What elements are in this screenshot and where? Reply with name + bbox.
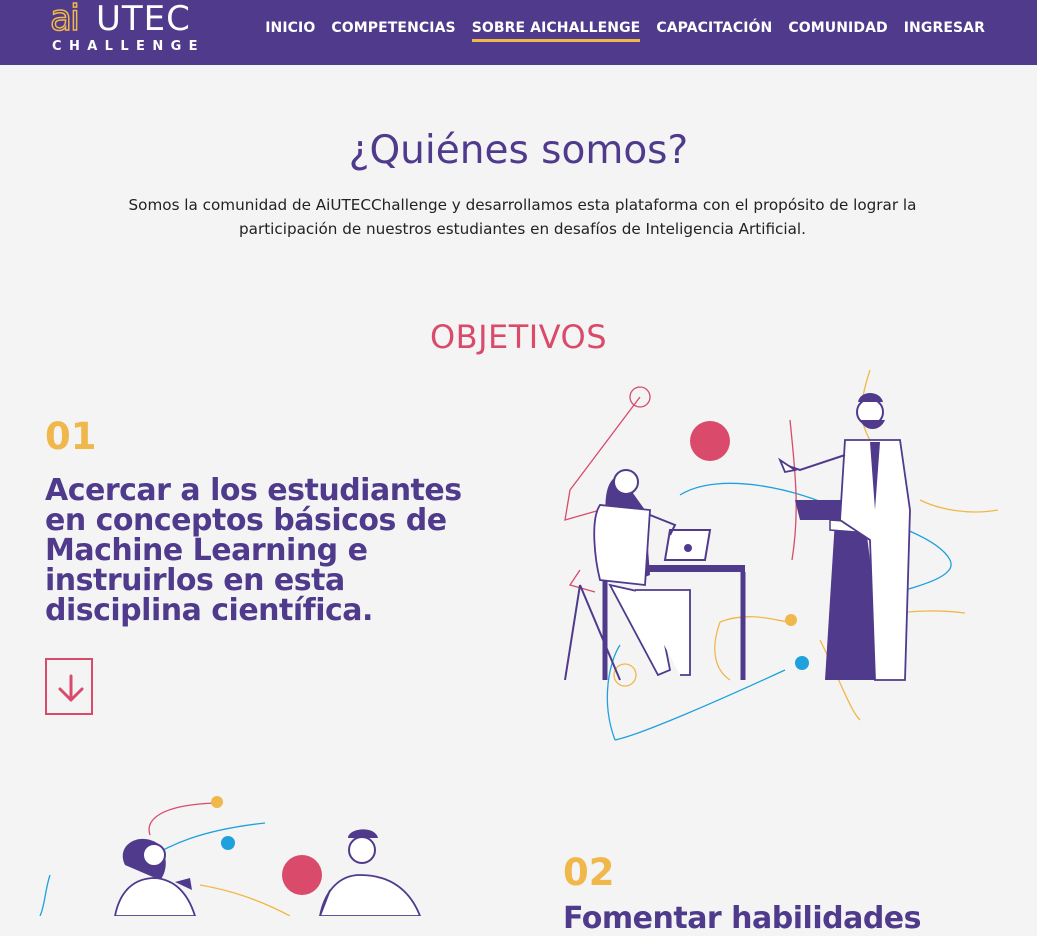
logo-challenge-text: CHALLENGE bbox=[52, 39, 205, 54]
aiutec-challenge-logo[interactable]: ai UTEC CHALLENGE bbox=[49, 0, 210, 60]
objective-heading-1: Acercar a los estudiantes en conceptos b… bbox=[45, 473, 462, 628]
about-description: Somos la comunidad de AiUTECChallenge y … bbox=[128, 196, 917, 238]
nav-item-ingresar[interactable]: INGRESAR bbox=[904, 20, 985, 42]
objectives-title: OBJETIVOS bbox=[429, 318, 608, 356]
nav-item-capacitacion[interactable]: CAPACITACIÓN bbox=[656, 20, 772, 42]
nav-item-sobre-aichallenge[interactable]: SOBRE AICHALLENGE bbox=[471, 20, 641, 42]
nav-item-inicio[interactable]: INICIO bbox=[265, 20, 315, 42]
main-nav-menu: INICIO COMPETENCIAS SOBRE AICHALLENGE CA… bbox=[265, 20, 985, 42]
top-navbar: ai UTEC CHALLENGE INICIO COMPETENCIAS SO… bbox=[0, 0, 1037, 65]
logo-utec-text: UTEC bbox=[96, 0, 191, 39]
students-presentation-illustration bbox=[564, 369, 999, 741]
scroll-down-button[interactable] bbox=[45, 658, 93, 715]
nav-item-comunidad[interactable]: COMUNIDAD bbox=[788, 20, 887, 42]
objective-number-1: 01 bbox=[45, 415, 97, 458]
nav-item-competencias[interactable]: COMPETENCIAS bbox=[331, 20, 455, 42]
objective-number-2: 02 bbox=[563, 851, 615, 894]
students-collaboration-illustration bbox=[39, 796, 421, 916]
logo-ai-mark: ai bbox=[49, 0, 81, 40]
about-title: ¿Quiénes somos? bbox=[348, 128, 689, 173]
arrow-down-icon bbox=[58, 674, 84, 702]
objective-heading-2: Fomentar habilidades bbox=[563, 901, 922, 936]
